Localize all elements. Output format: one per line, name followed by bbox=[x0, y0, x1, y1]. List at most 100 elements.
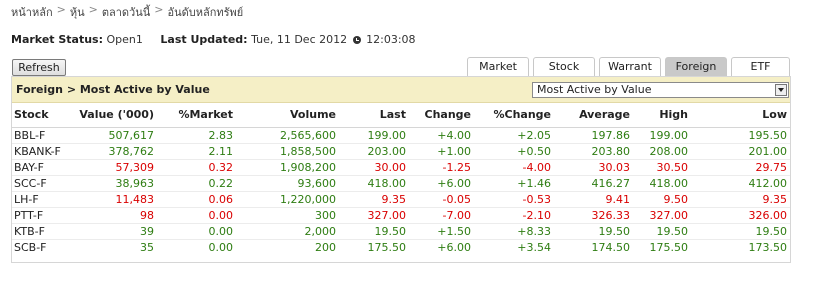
breadcrumb-separator: > bbox=[154, 3, 164, 16]
cell-high: 199.00 bbox=[633, 127, 691, 144]
cell-pchange: -4.00 bbox=[474, 159, 554, 176]
most-active-panel: Foreign > Most Active by Value Most Acti… bbox=[11, 76, 791, 263]
cell-stock[interactable]: BBL-F bbox=[12, 127, 72, 144]
cell-last: 9.35 bbox=[339, 191, 409, 208]
cell-volume: 1,908,200 bbox=[236, 159, 339, 176]
cell-average: 174.50 bbox=[591, 240, 631, 254]
column-header-pchange: %Change bbox=[474, 103, 554, 128]
breadcrumb-separator: > bbox=[88, 3, 98, 16]
cell-stock[interactable]: PTT-F bbox=[12, 207, 72, 224]
cell-last: 203.00 bbox=[339, 143, 409, 160]
cell-high: 418.00 bbox=[633, 175, 691, 192]
cell-stock[interactable]: SCB-F bbox=[12, 239, 72, 255]
tab-market[interactable]: Market bbox=[467, 57, 529, 76]
cell-stock[interactable]: BAY-F bbox=[12, 159, 72, 176]
cell-average: 197.86 bbox=[554, 127, 633, 144]
cell-stock[interactable]: SCC-F bbox=[12, 175, 72, 192]
last-updated-time: 12:03:08 bbox=[366, 33, 416, 46]
cell-value: 11,483 bbox=[72, 191, 157, 208]
market-status-label: Market Status: bbox=[11, 33, 104, 46]
column-header-average: Average bbox=[554, 103, 633, 128]
cell-high: 327.00 bbox=[633, 207, 691, 224]
cell-market: 0.00 bbox=[208, 240, 234, 254]
last-updated-label: Last Updated: bbox=[160, 33, 248, 46]
cell-change: +4.00 bbox=[409, 127, 474, 144]
column-header-value: Value ('000) bbox=[72, 103, 157, 128]
cell-market: 2.11 bbox=[157, 143, 236, 160]
cell-pchange: -2.10 bbox=[474, 207, 554, 224]
cell-volume: 300 bbox=[236, 207, 339, 224]
breadcrumb-stocks[interactable]: หุ้น bbox=[70, 3, 85, 21]
cell-low: 29.75 bbox=[691, 159, 790, 176]
breadcrumb: หน้าหลัก > หุ้น > ตลาดวันนี้ > อันดับหลั… bbox=[11, 3, 243, 21]
cell-pchange: -0.53 bbox=[474, 191, 554, 208]
panel-titlebar: Foreign > Most Active by Value Most Acti… bbox=[12, 77, 790, 103]
breadcrumb-separator: > bbox=[56, 3, 66, 16]
refresh-button[interactable]: Refresh bbox=[12, 59, 66, 76]
most-active-table: Stock Value ('000) %Market Volume Last C… bbox=[12, 103, 790, 255]
cell-market: 0.22 bbox=[157, 175, 236, 192]
last-updated-date: Tue, 11 Dec 2012 bbox=[251, 33, 348, 46]
cell-average: 326.33 bbox=[554, 207, 633, 224]
table-row: SCC-F 38,963 0.22 93,600 418.00 +6.00 +1.46 416… bbox=[12, 175, 790, 192]
tab-warrant[interactable]: Warrant bbox=[599, 57, 661, 76]
cell-change: -1.25 bbox=[409, 159, 474, 176]
table-row: KBANK-F 378,762 2.11 1,858,500 203.00 +1.00 +0… bbox=[12, 143, 790, 160]
column-header-high: High bbox=[633, 103, 691, 128]
cell-value: 38,963 bbox=[72, 175, 157, 192]
tab-etf[interactable]: ETF bbox=[731, 57, 790, 76]
cell-average: 9.41 bbox=[554, 191, 633, 208]
cell-high: 30.50 bbox=[633, 159, 691, 176]
breadcrumb-market-today[interactable]: ตลาดวันนี้ bbox=[102, 3, 150, 21]
cell-low: 195.50 bbox=[691, 127, 790, 144]
cell-value: 35 bbox=[140, 240, 154, 254]
cell-market: 0.06 bbox=[157, 191, 236, 208]
cell-stock[interactable]: KTB-F bbox=[12, 223, 72, 240]
tab-stock[interactable]: Stock bbox=[533, 57, 595, 76]
cell-change: -0.05 bbox=[409, 191, 474, 208]
table-header-row: Stock Value ('000) %Market Volume Last C… bbox=[12, 103, 790, 128]
cell-change: +6.00 bbox=[437, 240, 471, 254]
cell-value: 507,617 bbox=[72, 127, 157, 144]
cell-value: 57,309 bbox=[72, 159, 157, 176]
cell-last: 175.50 bbox=[367, 240, 407, 254]
cell-value: 378,762 bbox=[72, 143, 157, 160]
cell-market: 0.32 bbox=[157, 159, 236, 176]
market-status-value: Open1 bbox=[106, 33, 143, 46]
cell-last: 327.00 bbox=[339, 207, 409, 224]
cell-low: 19.50 bbox=[691, 223, 790, 240]
cell-value: 39 bbox=[72, 223, 157, 240]
tab-bar: Market Stock Warrant Foreign ETF bbox=[467, 57, 790, 76]
breadcrumb-ranking: อันดับหลักทรัพย์ bbox=[167, 6, 244, 19]
cell-change: +1.00 bbox=[409, 143, 474, 160]
chevron-down-icon[interactable] bbox=[775, 84, 787, 96]
ranking-type-select[interactable]: Most Active by Value bbox=[532, 82, 789, 98]
tab-foreign[interactable]: Foreign bbox=[665, 57, 727, 76]
cell-high: 208.00 bbox=[633, 143, 691, 160]
column-header-change: Change bbox=[409, 103, 474, 128]
table-row: BAY-F 57,309 0.32 1,908,200 30.00 -1.25 -4.00 3… bbox=[12, 159, 790, 176]
cell-volume: 1,858,500 bbox=[236, 143, 339, 160]
cell-low: 9.35 bbox=[691, 191, 790, 208]
cell-low: 326.00 bbox=[691, 207, 790, 224]
panel-title: Foreign > Most Active by Value bbox=[16, 83, 210, 96]
cell-stock[interactable]: KBANK-F bbox=[12, 143, 72, 160]
clock-icon bbox=[352, 36, 361, 44]
cell-pchange: +8.33 bbox=[474, 223, 554, 240]
cell-last: 19.50 bbox=[339, 223, 409, 240]
breadcrumb-home[interactable]: หน้าหลัก bbox=[11, 3, 53, 21]
cell-average: 416.27 bbox=[554, 175, 633, 192]
cell-average: 19.50 bbox=[554, 223, 633, 240]
cell-pchange: +2.05 bbox=[474, 127, 554, 144]
table-row: LH-F 11,483 0.06 1,220,000 9.35 -0.05 -0.53 9.4… bbox=[12, 191, 790, 208]
cell-stock[interactable]: LH-F bbox=[12, 191, 72, 208]
cell-low: 201.00 bbox=[691, 143, 790, 160]
cell-value: 98 bbox=[72, 207, 157, 224]
table-row: PTT-F 98 0.00 300 327.00 -7.00 -2.10 326.33 327.… bbox=[12, 207, 790, 224]
table-row: SCB-F 35 0.00 200 175.50 +6.00 +3.54 174.50 175.… bbox=[12, 239, 790, 255]
column-header-volume: Volume bbox=[236, 103, 339, 128]
cell-average: 30.03 bbox=[554, 159, 633, 176]
column-header-last: Last bbox=[339, 103, 409, 128]
cell-high: 9.50 bbox=[633, 191, 691, 208]
cell-change: -7.00 bbox=[409, 207, 474, 224]
